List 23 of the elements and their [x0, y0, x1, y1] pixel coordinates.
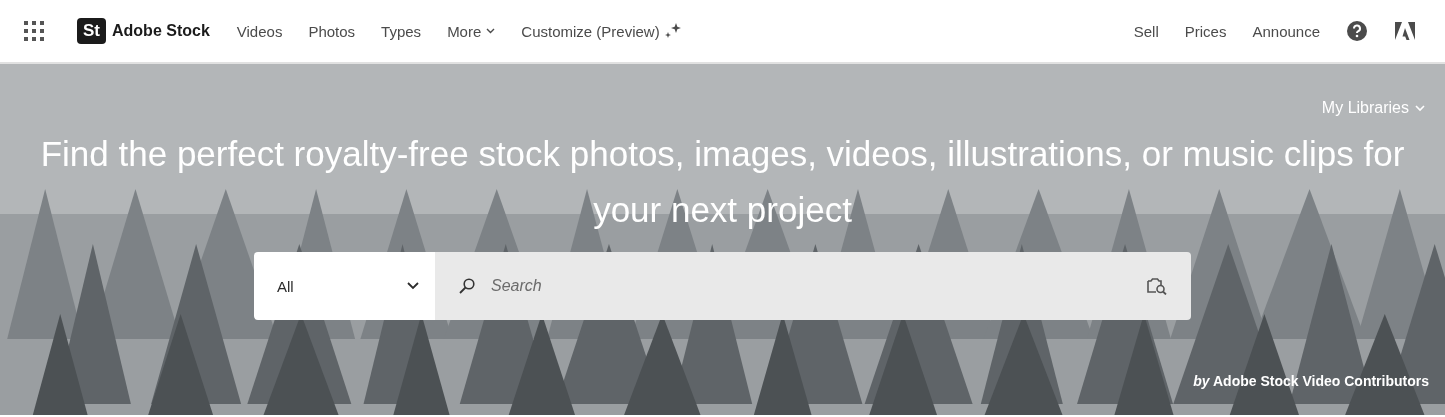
nav-link[interactable]: Videos — [223, 16, 296, 46]
help-icon[interactable] — [1347, 21, 1367, 41]
chevron-down-icon — [1415, 104, 1425, 112]
nav-link[interactable]: Announce — [1239, 16, 1333, 46]
nav-link[interactable]: Types — [368, 16, 435, 46]
search-field[interactable]: Search — [435, 252, 1191, 320]
logo-text[interactable]: Adobe Stock — [112, 22, 210, 40]
logo-mark[interactable]: St — [77, 18, 106, 44]
nav-link[interactable]: Photos — [295, 16, 369, 46]
chevron-down-icon — [407, 282, 419, 290]
app-grid-icon[interactable] — [24, 20, 45, 42]
chevron-down-icon — [486, 28, 496, 34]
search-icon — [459, 278, 475, 294]
sparkle-icon — [664, 23, 681, 39]
adobe-logo-icon[interactable] — [1395, 21, 1415, 41]
headline: Find the perfect royalty-free stock photos, images, videos, illustrations, or music clips for your next project — [40, 133, 1405, 231]
nav-link[interactable]: More — [434, 16, 509, 46]
category-dropdown[interactable]: All — [254, 252, 435, 320]
image-credit: by Adobe Stock Video Contributors — [1193, 373, 1429, 389]
visual-search-icon[interactable] — [1147, 277, 1167, 295]
nav-link[interactable]: Customize (Preview) — [508, 16, 694, 46]
nav-link[interactable]: Sell — [1120, 16, 1172, 46]
nav-link[interactable]: Prices — [1171, 16, 1240, 46]
